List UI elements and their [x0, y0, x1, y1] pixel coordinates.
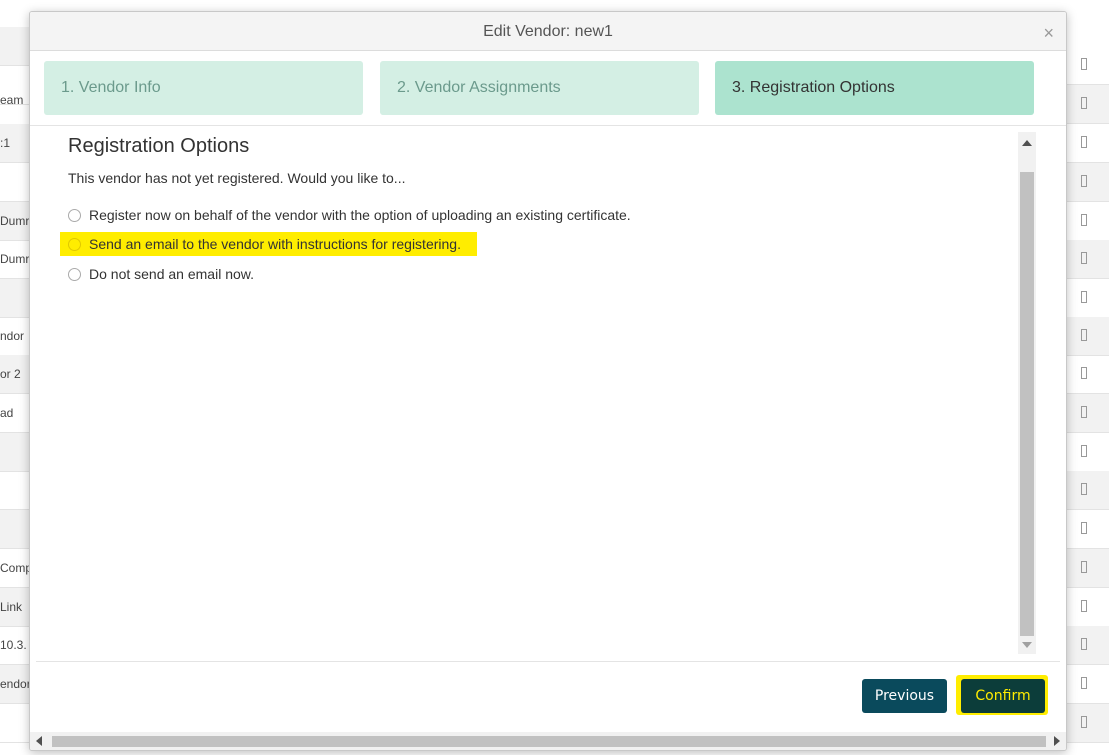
row-checkbox[interactable] [1081, 329, 1087, 341]
row-checkbox[interactable] [1081, 600, 1087, 612]
option-no-email[interactable]: Do not send an email now. [68, 266, 254, 282]
edit-vendor-modal: Edit Vendor: new1 × 1. Vendor Info 2. Ve… [29, 11, 1067, 751]
row-checkbox[interactable] [1081, 677, 1087, 689]
scroll-right-icon[interactable] [1054, 736, 1060, 746]
scroll-up-icon[interactable] [1022, 140, 1032, 146]
step-label: 3. Registration Options [732, 79, 895, 96]
intro-text: This vendor has not yet registered. Woul… [68, 170, 406, 186]
row-checkbox[interactable] [1081, 522, 1087, 534]
divider [36, 661, 1060, 662]
vertical-scrollbar[interactable] [1018, 132, 1036, 654]
scroll-down-icon[interactable] [1022, 642, 1032, 648]
scroll-thumb[interactable] [1020, 172, 1034, 636]
row-checkbox[interactable] [1081, 367, 1087, 379]
option-register-now[interactable]: Register now on behalf of the vendor wit… [68, 207, 631, 223]
option-label: Do not send an email now. [89, 266, 254, 282]
row-checkbox[interactable] [1081, 58, 1087, 70]
row-checkbox[interactable] [1081, 716, 1087, 728]
row-checkbox[interactable] [1081, 291, 1087, 303]
modal-header: Edit Vendor: new1 × [30, 12, 1066, 51]
step-label: 1. Vendor Info [61, 79, 161, 96]
row-checkbox[interactable] [1081, 97, 1087, 109]
scroll-thumb[interactable] [52, 736, 1046, 747]
radio-button[interactable] [68, 267, 81, 281]
row-checkbox[interactable] [1081, 175, 1087, 187]
divider [30, 125, 1066, 126]
registration-options-panel: Registration Options This vendor has not… [60, 133, 1018, 658]
step-registration-options[interactable]: 3. Registration Options [715, 61, 1034, 115]
confirm-button[interactable]: Confirm [961, 679, 1045, 713]
option-label: Register now on behalf of the vendor wit… [89, 207, 631, 223]
row-checkbox[interactable] [1081, 445, 1087, 457]
wizard-steps: 1. Vendor Info 2. Vendor Assignments 3. … [44, 61, 1036, 115]
row-checkbox[interactable] [1081, 214, 1087, 226]
step-vendor-info[interactable]: 1. Vendor Info [44, 61, 363, 115]
step-vendor-assignments[interactable]: 2. Vendor Assignments [380, 61, 699, 115]
row-checkbox[interactable] [1081, 638, 1087, 650]
horizontal-scrollbar[interactable] [30, 732, 1066, 750]
row-checkbox[interactable] [1081, 136, 1087, 148]
previous-button[interactable]: Previous [862, 679, 947, 713]
modal-title: Edit Vendor: new1 [483, 23, 613, 40]
radio-button[interactable] [68, 208, 81, 222]
option-send-email[interactable]: Send an email to the vendor with instruc… [60, 232, 477, 256]
option-label: Send an email to the vendor with instruc… [89, 236, 461, 252]
radio-button[interactable] [68, 237, 81, 251]
row-checkbox[interactable] [1081, 483, 1087, 495]
row-checkbox[interactable] [1081, 406, 1087, 418]
close-icon[interactable]: × [1043, 24, 1054, 42]
row-checkbox[interactable] [1081, 561, 1087, 573]
row-checkbox[interactable] [1081, 252, 1087, 264]
step-label: 2. Vendor Assignments [397, 79, 561, 96]
scroll-left-icon[interactable] [36, 736, 42, 746]
section-title: Registration Options [68, 135, 250, 157]
